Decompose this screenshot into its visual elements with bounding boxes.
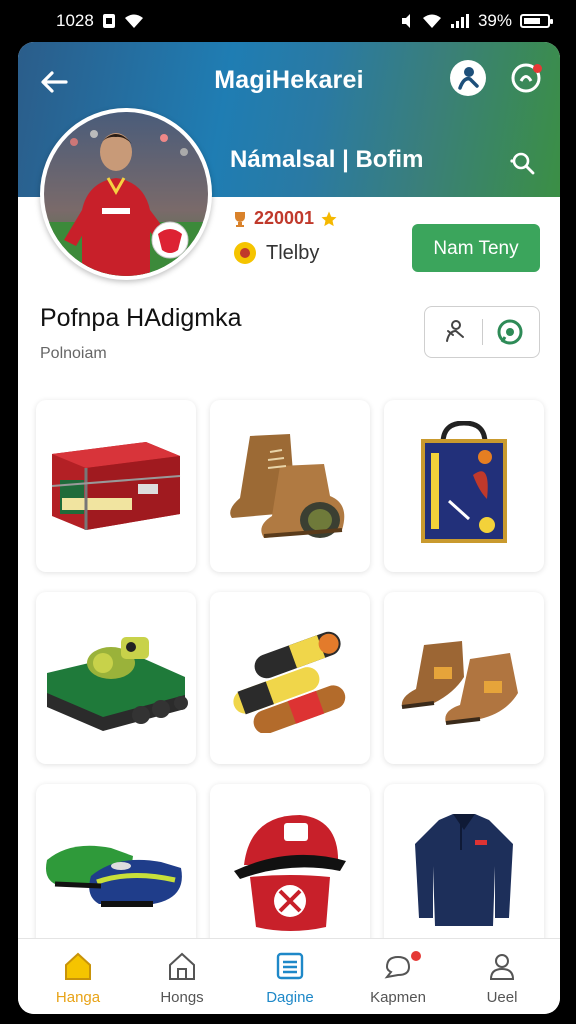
sim-icon	[102, 14, 115, 28]
wifi-icon	[422, 14, 441, 28]
tank-toy-image	[47, 637, 188, 731]
follow-button[interactable]: Nam Teny	[412, 224, 540, 272]
stat-label: Tlelby	[266, 241, 320, 264]
product-card[interactable]	[384, 784, 544, 956]
nav-label: Hongs	[160, 989, 204, 1006]
house-outline-icon	[169, 952, 195, 980]
product-card[interactable]	[384, 592, 544, 764]
equipment-trunk-image	[51, 442, 181, 530]
player-photo	[44, 112, 208, 276]
user-icon	[458, 67, 479, 90]
notification-badge	[411, 951, 421, 961]
product-card[interactable]	[210, 592, 370, 764]
nav-item-dagine[interactable]: Dagine	[236, 939, 344, 1014]
chat-bubble-icon	[384, 955, 411, 979]
divider	[482, 319, 483, 345]
shin-guard-rolls-image	[233, 631, 346, 733]
mute-icon	[401, 14, 410, 28]
product-card[interactable]	[36, 784, 196, 956]
football-cleats-image	[46, 845, 182, 907]
wifi-icon	[124, 14, 143, 28]
signal-icon	[450, 14, 469, 28]
profile-name: Námalsal | Bofim	[230, 146, 424, 173]
nav-label: Ueel	[486, 989, 518, 1006]
app-window: MagiHekarei Námalsal | Bofim 220001 Tlel…	[18, 42, 560, 1014]
profile-icon	[489, 954, 515, 980]
tote-bag-image	[421, 421, 507, 543]
trophy-icon	[235, 211, 245, 227]
user-button[interactable]	[450, 60, 486, 96]
search-icon[interactable]	[508, 148, 538, 178]
product-card[interactable]	[36, 592, 196, 764]
status-time: 1028	[56, 11, 94, 30]
share-icon[interactable]	[439, 317, 469, 347]
nav-label: Kapmen	[370, 989, 426, 1006]
stat-points-value: 220001	[254, 208, 315, 228]
stat-points: 220001	[232, 208, 338, 229]
nav-item-hongs[interactable]: Hongs	[128, 939, 236, 1014]
product-card[interactable]	[210, 784, 370, 956]
battery-icon	[520, 14, 553, 28]
nav-item-kapmen[interactable]: Kapmen	[344, 939, 452, 1014]
nav-item-hanga[interactable]: Hanga	[24, 939, 132, 1014]
section-title: Pofnpa HAdigmka	[40, 304, 242, 332]
product-card[interactable]	[384, 400, 544, 572]
home-icon	[65, 952, 91, 980]
red-cap-image	[234, 815, 346, 931]
action-button-group	[424, 306, 540, 358]
status-bar: 1028 39%	[0, 0, 576, 42]
nav-label: Dagine	[266, 989, 314, 1006]
notification-badge	[533, 64, 542, 73]
navy-jersey-image	[415, 814, 513, 926]
battery-percent: 39%	[477, 11, 512, 30]
medal-icon	[234, 242, 256, 264]
list-icon	[276, 952, 304, 980]
avatar[interactable]	[40, 108, 212, 280]
chat-icon[interactable]	[495, 317, 525, 347]
section-subtitle: Polnoiam	[40, 345, 107, 362]
stat-label-row: Tlelby	[232, 240, 319, 266]
bottom-nav: Hanga Hongs Dagine Kapmen Ueel	[18, 938, 560, 1014]
product-card[interactable]	[36, 400, 196, 572]
leather-boots-image	[230, 434, 345, 538]
star-icon	[321, 211, 337, 226]
nav-item-ueel[interactable]: Ueel	[448, 939, 556, 1014]
product-card[interactable]	[210, 400, 370, 572]
ankle-boots-image	[401, 641, 518, 725]
nav-label: Hanga	[55, 989, 101, 1006]
